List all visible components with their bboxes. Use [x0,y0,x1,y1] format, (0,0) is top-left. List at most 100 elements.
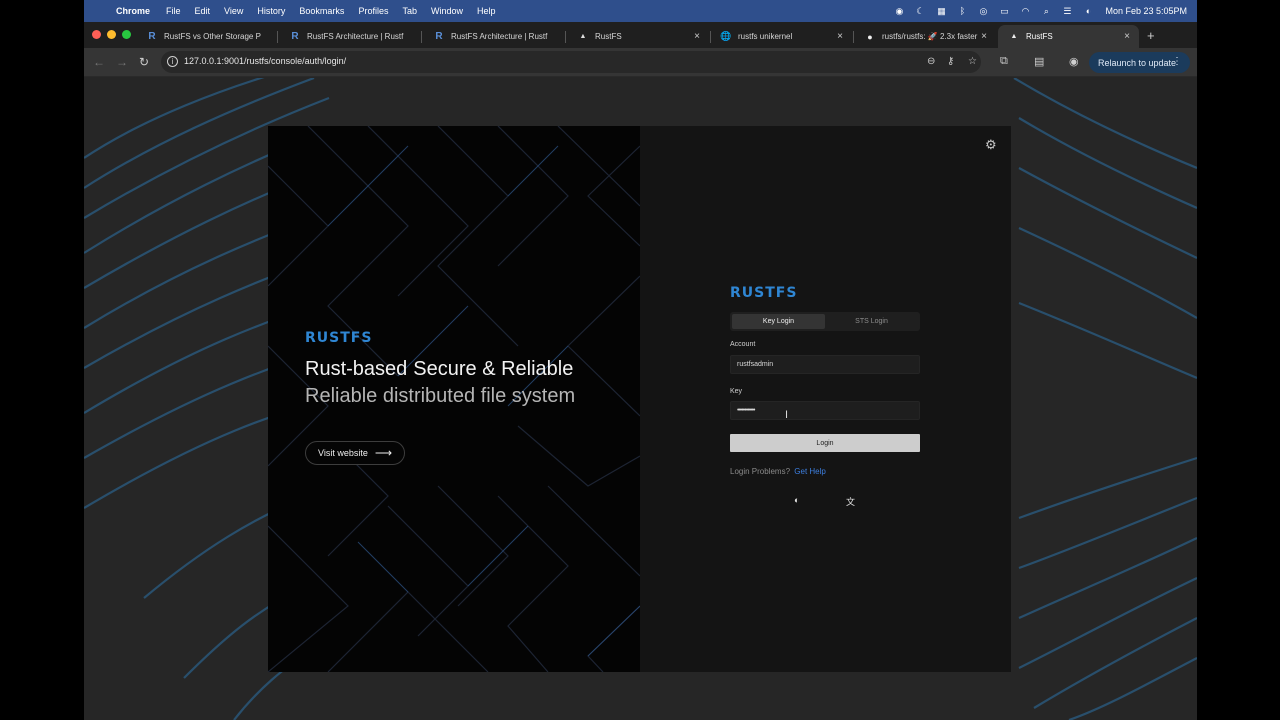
tab-separator [565,31,566,43]
password-key-icon[interactable]: ⚷ [947,56,954,67]
tab-separator [421,31,422,43]
tab-strip: R RustFS vs Other Storage P R RustFS Arc… [84,22,1197,48]
address-bar[interactable]: i 127.0.0.1:9001/rustfs/console/auth/log… [161,51,981,73]
tab-favicon-icon: R [148,31,156,42]
profile-icon[interactable]: ◉ [1069,55,1079,68]
menubar: Chrome File Edit View History Bookmarks … [84,0,1197,22]
browser-tab[interactable]: R RustFS Architecture | Rustf [423,25,563,48]
record-icon[interactable]: ◉ [892,0,906,22]
app-status-icon[interactable]: ▦ [934,0,948,22]
close-tab-icon[interactable]: × [834,31,846,42]
more-menu-icon[interactable]: ⋮ [1172,56,1182,67]
login-button[interactable]: Login [730,434,920,452]
siri-icon[interactable]: ◐ [1081,0,1095,22]
language-icon[interactable]: 文 [846,495,855,508]
extensions-icon[interactable]: ⧉ [1000,55,1008,68]
screen: Chrome File Edit View History Bookmarks … [0,0,1280,720]
tab-title: RustFS [595,32,622,41]
control-center-icon[interactable]: ☰ [1060,0,1074,22]
login-logo: RUSTFS [730,285,798,301]
menubar-clock[interactable]: Mon Feb 23 5:05PM [1105,6,1187,16]
chrome-window: Chrome File Edit View History Bookmarks … [84,0,1197,720]
tab-separator [277,31,278,43]
login-panel: ⚙ RUSTFS Key Login STS Login Account rus… [640,126,1011,672]
browser-toolbar: ← → ↻ i 127.0.0.1:9001/rustfs/console/au… [84,48,1197,77]
menu-app-name[interactable]: Chrome [116,6,150,16]
tab-favicon-icon: R [435,31,443,42]
zoom-window-button[interactable] [122,30,131,39]
tab-title: RustFS vs Other Storage P [164,32,261,41]
close-tab-icon[interactable]: × [978,31,990,42]
user-icon[interactable]: ◎ [976,0,990,22]
get-help-link[interactable]: Get Help [794,467,826,476]
arrow-right-icon: ⟶ [374,446,393,460]
search-icon[interactable]: ⌕ [1039,0,1053,22]
hero-headline-part2: Secure & Reliable [413,358,574,380]
hero-headline-part1: Rust-based [305,358,408,380]
menu-profiles[interactable]: Profiles [358,6,388,16]
tab-favicon-icon: ▲ [579,33,587,40]
visit-website-label: Visit website [318,448,368,458]
gear-icon[interactable]: ⚙ [985,137,997,153]
bluetooth-icon[interactable]: ᛒ [955,0,969,22]
browser-tab[interactable]: R RustFS Architecture | Rustf [279,25,419,48]
login-problems: Login Problems? Get Help [730,467,826,476]
relaunch-to-update-button[interactable]: Relaunch to update ⋮ [1089,52,1190,73]
new-tab-icon[interactable]: + [1147,28,1155,43]
hero-subheadline: Reliable distributed file system [305,385,576,407]
key-label: Key [730,388,743,395]
browser-tab[interactable]: ▲ RustFS × [567,25,709,48]
menu-edit[interactable]: Edit [195,6,211,16]
moon-icon[interactable]: ☾ [913,0,927,22]
login-card: RUSTFS Rust-based Secure & Reliable Relia… [268,126,1011,672]
menu-window[interactable]: Window [431,6,463,16]
login-problems-text: Login Problems? [730,467,791,476]
hero-panel: RUSTFS Rust-based Secure & Reliable Relia… [268,126,640,672]
forward-icon[interactable]: → [116,55,128,69]
tab-favicon-icon: ▲ [1010,33,1018,40]
tab-title: RustFS [1026,32,1053,41]
wifi-icon[interactable]: ◠ [1018,0,1032,22]
bookmark-star-icon[interactable]: ☆ [968,56,977,67]
menu-help[interactable]: Help [477,6,496,16]
menu-tab[interactable]: Tab [402,6,417,16]
text-cursor-icon: I [785,409,789,421]
relaunch-label: Relaunch to update [1098,57,1177,68]
account-field[interactable]: rustfsadmin [730,355,920,374]
menu-bookmarks[interactable]: Bookmarks [299,6,344,16]
tab-title: rustfs unikernel [738,32,793,41]
tab-sts-login[interactable]: STS Login [825,314,918,329]
browser-tab-active[interactable]: ▲ RustFS × [998,25,1139,48]
site-info-icon[interactable]: i [167,56,178,67]
browser-tab[interactable]: R RustFS vs Other Storage P [136,25,276,48]
close-tab-icon[interactable]: × [1121,31,1133,42]
back-icon[interactable]: ← [93,55,105,69]
browser-tab[interactable]: ● rustfs/rustfs: 🚀 2.3x faster × [854,25,996,48]
battery-icon[interactable]: ▭ [997,0,1011,22]
hero-logo: RUSTFS [305,330,373,346]
tab-key-login[interactable]: Key Login [732,314,825,329]
login-tabs: Key Login STS Login [730,312,920,331]
visit-website-button[interactable]: Visit website ⟶ [305,441,405,465]
menu-file[interactable]: File [166,6,181,16]
zoom-icon[interactable]: ⊖ [927,56,935,67]
browser-tab[interactable]: 🌐 rustfs unikernel × [710,25,852,48]
tab-title: rustfs/rustfs: 🚀 2.3x faster [882,32,978,41]
menu-view[interactable]: View [224,6,243,16]
tab-favicon-icon: ● [867,31,873,42]
hero-headline: Rust-based Secure & Reliable [305,358,573,381]
status-area: ◉ ☾ ▦ ᛒ ◎ ▭ ◠ ⌕ ☰ ◐ Mon Feb 23 5:05PM [885,0,1187,22]
minimize-window-button[interactable] [107,30,116,39]
close-tab-icon[interactable]: × [691,31,703,42]
address-bar-url[interactable]: 127.0.0.1:9001/rustfs/console/auth/login… [184,56,346,66]
page-content: RUSTFS Rust-based Secure & Reliable Relia… [84,78,1197,720]
theme-toggle-icon[interactable]: ◐ [794,495,799,505]
account-label: Account [730,341,756,348]
media-controls-icon[interactable]: ▤ [1034,55,1044,68]
tab-favicon-icon: 🌐 [720,31,732,41]
tab-title: RustFS Architecture | Rustf [451,32,548,41]
close-window-button[interactable] [92,30,101,39]
key-field[interactable]: •••••••••••• [730,401,920,420]
menu-history[interactable]: History [257,6,285,16]
reload-icon[interactable]: ↻ [139,55,149,69]
